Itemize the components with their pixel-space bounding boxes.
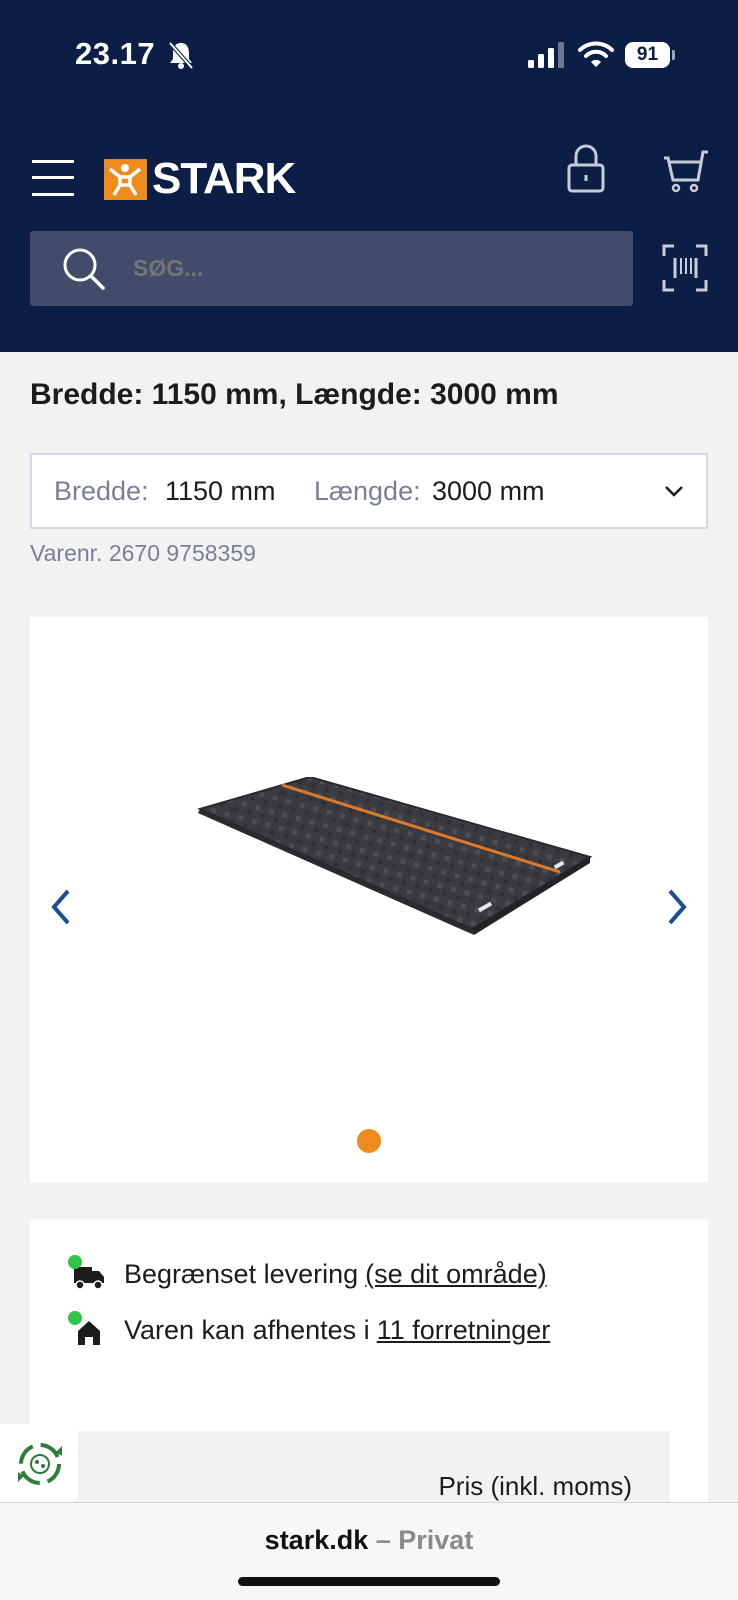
silent-bell-icon [168,41,194,70]
product-image [197,777,593,935]
hamburger-menu-icon[interactable] [32,160,74,196]
url-domain: stark.dk [264,1525,369,1555]
chevron-right-icon[interactable] [664,887,690,927]
length-value: 3000 mm [432,476,545,506]
delivery-text: Begrænset levering [124,1258,359,1289]
width-label: Bredde: [54,476,149,506]
cart-icon[interactable] [660,148,708,194]
sustainability-button[interactable] [0,1424,78,1502]
chevron-down-icon [665,486,683,497]
top-header: 23.17 91 STARK [0,0,738,352]
pickup-status [68,1311,108,1347]
delivery-row: Begrænset levering (se dit område) [68,1254,547,1294]
delivery-status [68,1255,108,1291]
browser-bottom-bar: stark.dk – Privat [0,1502,738,1600]
price-box: Pris (inkl. moms) [68,1431,670,1511]
availability-panel: Begrænset levering (se dit område) Varen… [30,1219,708,1511]
status-dot [68,1255,82,1269]
barcode-scan-icon[interactable] [662,244,708,292]
browser-url[interactable]: stark.dk – Privat [0,1525,738,1556]
chevron-left-icon[interactable] [48,887,74,927]
status-time: 23.17 [75,36,156,71]
home-indicator[interactable] [238,1577,500,1586]
delivery-area-link[interactable]: (se dit område) [365,1259,547,1290]
search-bar[interactable] [30,231,633,306]
variant-selector[interactable]: Bredde: 1150 mm Længde: 3000 mm [30,453,708,529]
url-mode: – Privat [375,1525,474,1555]
pickup-text: Varen kan afhentes i [124,1314,370,1345]
search-input[interactable] [133,231,613,306]
price-label: Pris (inkl. moms) [438,1471,632,1501]
recycle-icon [18,1443,62,1485]
stores-link[interactable]: 11 forretninger [377,1315,551,1346]
brand-name: STARK [152,154,296,203]
wifi-icon [578,41,614,67]
cellular-signal-icon [528,42,564,68]
stark-logo[interactable]: STARK [104,154,296,203]
battery-tip [672,50,675,60]
stark-logo-mark-icon [104,158,147,200]
length-label: Længde: [314,476,421,506]
status-dot [68,1311,82,1325]
product-sku: Varenr. 2670 9758359 [30,540,256,566]
product-title: Bredde: 1150 mm, Længde: 3000 mm [30,378,559,411]
battery-indicator: 91 [625,42,675,68]
product-image-gallery [30,617,708,1182]
pickup-row: Varen kan afhentes i 11 forretninger [68,1310,550,1350]
battery-level: 91 [625,42,670,68]
width-value: 1150 mm [165,476,276,506]
login-lock-icon[interactable] [566,143,606,193]
carousel-dot-active[interactable] [357,1129,381,1153]
search-icon [63,248,105,290]
